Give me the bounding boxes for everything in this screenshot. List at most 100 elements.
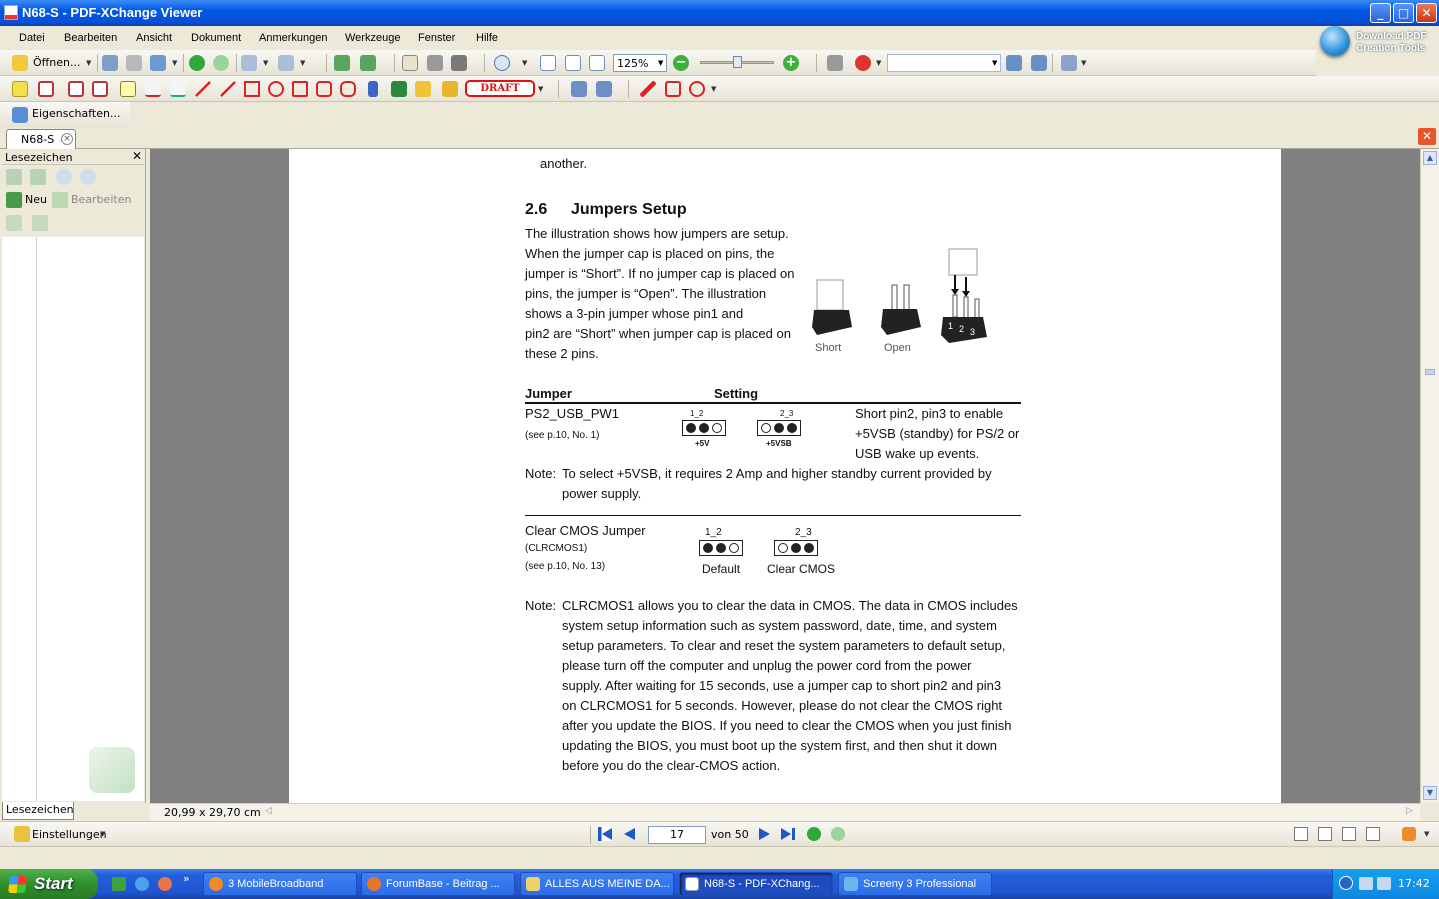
page-number-input[interactable]: 17 (648, 826, 706, 844)
quicklaunch-ie-icon[interactable] (135, 877, 149, 891)
back-icon[interactable] (189, 55, 205, 71)
open-folder-icon[interactable] (12, 55, 28, 71)
tray-monitor-icon[interactable] (1377, 877, 1391, 890)
measure-distance-icon[interactable] (640, 81, 656, 97)
scroll-left-icon[interactable]: ◁ (265, 806, 272, 816)
rectangle-icon[interactable] (244, 81, 260, 97)
open-dropdown-icon[interactable]: ▼ (86, 59, 91, 67)
forward-icon[interactable] (213, 55, 229, 71)
continuous-facing-icon[interactable] (1366, 827, 1380, 841)
hand-tool-icon[interactable] (402, 55, 418, 71)
find-previous-icon[interactable] (1006, 55, 1022, 71)
arrow-icon[interactable] (195, 81, 211, 97)
menu-hilfe[interactable]: Hilfe (476, 32, 498, 44)
settings-button[interactable]: Einstellungen (32, 828, 107, 841)
zoom-out-button[interactable]: − (673, 55, 689, 71)
typewriter-icon[interactable] (92, 81, 108, 97)
sticky-note-icon[interactable] (12, 81, 28, 97)
nav-back-icon[interactable] (807, 827, 821, 841)
menu-anmerkungen[interactable]: Anmerkungen (259, 32, 328, 44)
close-document-icon[interactable]: ✕ (1418, 128, 1436, 145)
menu-werkzeuge[interactable]: Werkzeuge (345, 32, 400, 44)
properties-button[interactable]: Eigenschaften... (32, 107, 120, 120)
bookmark-zoom-in-icon[interactable] (56, 169, 72, 185)
polygon-icon[interactable] (292, 81, 308, 97)
task-mobilebroadband[interactable]: 3 MobileBroadband (203, 872, 357, 896)
zoom-tool-icon[interactable] (494, 55, 510, 71)
fit-page-icon[interactable] (565, 55, 581, 71)
find-next-icon[interactable] (1031, 55, 1047, 71)
scroll-up-icon[interactable]: ▲ (1423, 151, 1437, 165)
export-icon[interactable] (150, 55, 166, 71)
text-box-icon[interactable] (38, 81, 54, 97)
move-up-icon[interactable] (6, 215, 22, 231)
underline-icon[interactable] (170, 81, 186, 97)
bookmarks-tree[interactable] (36, 237, 144, 801)
previous-page-icon[interactable] (622, 827, 636, 841)
collapse-all-icon[interactable] (30, 169, 46, 185)
nav-forward-icon[interactable] (831, 827, 845, 841)
line-icon[interactable] (220, 81, 236, 97)
highlight-text-icon[interactable] (120, 81, 136, 97)
zoom-in-button[interactable]: + (783, 55, 799, 71)
task-pdf-xchange[interactable]: N68-S - PDF-XChang... (679, 872, 833, 896)
print-icon[interactable] (126, 55, 142, 71)
menu-dokument[interactable]: Dokument (191, 32, 241, 44)
cloud-icon[interactable] (340, 81, 356, 97)
new-bookmark-button[interactable]: Neu (25, 193, 47, 206)
sound-icon[interactable] (596, 81, 612, 97)
close-tab-icon[interactable]: × (61, 133, 73, 145)
move-down-icon[interactable] (32, 215, 48, 231)
select-text-icon[interactable] (451, 55, 467, 71)
task-forumbase[interactable]: ForumBase - Beitrag ... (361, 872, 515, 896)
redo-icon[interactable] (278, 55, 294, 71)
zoom-select[interactable]: 125% ▼ (613, 54, 667, 72)
menu-datei[interactable]: Datei (19, 32, 45, 44)
quicklaunch-mail-icon[interactable] (158, 877, 172, 891)
rotate-right-icon[interactable] (360, 55, 376, 71)
scroll-right-icon[interactable]: ▷ (1406, 806, 1413, 816)
pin-icon[interactable] (368, 81, 378, 97)
quicklaunch-more-icon[interactable]: » (183, 872, 190, 885)
zoom-slider-thumb[interactable] (733, 56, 742, 68)
snapshot-icon[interactable] (427, 55, 443, 71)
close-window-button[interactable]: ✕ (1416, 3, 1437, 23)
next-page-icon[interactable] (758, 827, 772, 841)
task-screeny[interactable]: Screeny 3 Professional (838, 872, 992, 896)
bookmark-zoom-out-icon[interactable] (80, 169, 96, 185)
export-dropdown-icon[interactable]: ▼ (172, 59, 177, 67)
search-web-icon[interactable] (855, 55, 871, 71)
app-icon[interactable] (4, 5, 18, 20)
pentagon-icon[interactable] (316, 81, 332, 97)
measure-area-icon[interactable] (689, 81, 705, 97)
maximize-button[interactable]: □ (1393, 3, 1414, 23)
edit-bookmark-button[interactable]: Bearbeiten (71, 193, 131, 206)
continuous-icon[interactable] (1318, 827, 1332, 841)
facing-icon[interactable] (1342, 827, 1356, 841)
scroll-thumb[interactable] (1425, 369, 1435, 375)
bookmarks-tab[interactable]: Lesezeichen (2, 802, 74, 820)
quicklaunch-app-icon[interactable] (112, 877, 126, 891)
menu-ansicht[interactable]: Ansicht (136, 32, 172, 44)
horizontal-scrollbar[interactable]: 20,99 x 29,70 cm ◁ ▷ (150, 803, 1420, 821)
callout-icon[interactable] (68, 81, 84, 97)
tab-n68-s[interactable]: N68-S × (6, 129, 76, 149)
rotate-left-icon[interactable] (334, 55, 350, 71)
oval-icon[interactable] (268, 81, 284, 97)
minimize-button[interactable]: _ (1370, 3, 1391, 23)
measure-perimeter-icon[interactable] (665, 81, 681, 97)
close-bookmarks-icon[interactable]: ✕ (132, 149, 142, 163)
vertical-scrollbar[interactable]: ▲ ▼ (1420, 149, 1439, 803)
draft-stamp-button[interactable]: DRAFT (465, 80, 535, 97)
tools-icon[interactable] (1061, 55, 1077, 71)
stamp-icon[interactable] (442, 81, 458, 97)
single-page-icon[interactable] (1294, 827, 1308, 841)
pencil-icon[interactable] (391, 81, 407, 97)
undo-icon[interactable] (241, 55, 257, 71)
eraser-icon[interactable] (415, 81, 431, 97)
download-pdf-promo[interactable]: Download PDF Creation Tools (1316, 26, 1438, 70)
attach-file-icon[interactable] (571, 81, 587, 97)
expand-all-icon[interactable] (6, 169, 22, 185)
first-page-icon[interactable] (598, 827, 612, 841)
menu-fenster[interactable]: Fenster (418, 32, 455, 44)
